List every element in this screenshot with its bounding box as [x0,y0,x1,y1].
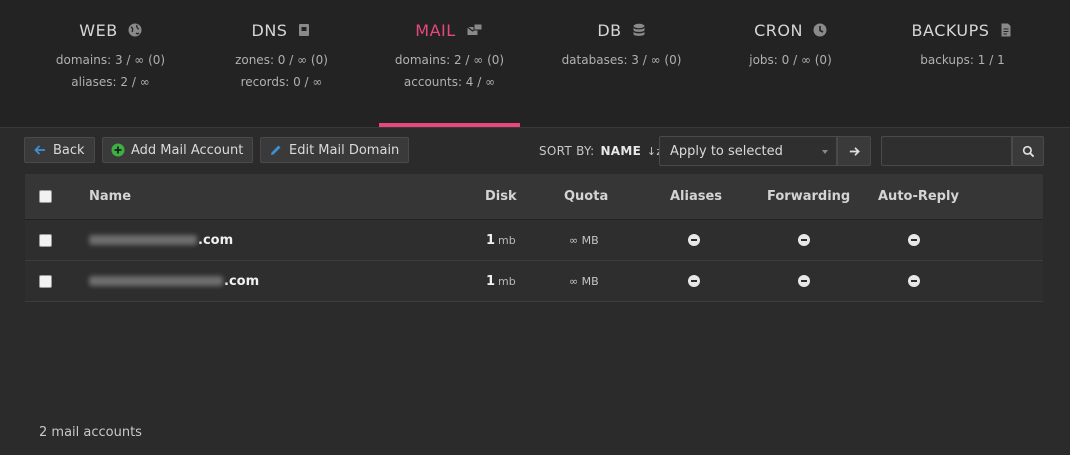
quota-value: ∞ MB [569,233,599,247]
back-button[interactable]: Back [24,137,95,163]
stat-line: aliases: 2 / ∞ [71,75,150,89]
stat-line: domains: 2 / ∞ (0) [394,53,505,67]
disk-usage: 1 mb [486,220,516,260]
arrow-left-icon [34,145,45,155]
stat-line: domains: 3 / ∞ (0) [55,53,166,67]
column-header-forwarding[interactable]: Forwarding [767,174,850,219]
tab-label: BACKUPS [911,20,990,40]
aliases-minus-icon [688,234,700,246]
autoreply-minus-icon [908,234,920,246]
email-address[interactable]: .com [89,220,233,260]
chevron-down-icon [822,150,828,154]
column-header-name[interactable]: Name [89,174,131,219]
column-header-disk[interactable]: Disk [485,174,517,219]
mail-icon [466,23,483,35]
email-address[interactable]: .com [89,261,259,301]
column-header-aliases[interactable]: Aliases [670,174,722,219]
tab-label: CRON [754,20,803,40]
disk-value: 1 [486,232,496,248]
book-icon [299,24,310,36]
row-checkbox[interactable] [39,233,52,247]
toolbar: Back Add Mail Account Edit Mail Domain S… [0,127,1070,173]
disk-unit: mb [498,274,516,288]
redacted-text [89,276,223,286]
tab-dns[interactable]: DNS zones: 0 / ∞ (0) records: 0 / ∞ [211,0,352,127]
tab-label: DNS [251,20,288,40]
table-row[interactable]: .com 1 mb ∞ MB [25,261,1043,302]
bulk-action-value: Apply to selected [670,143,783,159]
stat-line: records: 0 / ∞ [240,75,323,89]
stat-line: databases: 3 / ∞ (0) [561,53,682,67]
mail-accounts-table: Name Disk Quota Aliases Forwarding Auto-… [25,174,1043,302]
edit-mail-domain-label: Edit Mail Domain [289,142,400,158]
stat-line: zones: 0 / ∞ (0) [235,53,328,67]
sort-by-label: SORT BY: [539,144,595,158]
stat-line: accounts: 4 / ∞ [403,75,496,89]
disk-usage: 1 mb [486,261,516,301]
forwarding-minus-icon [798,275,810,287]
select-all-checkbox[interactable] [39,190,52,203]
email-suffix: .com [224,273,260,289]
file-icon [1001,23,1011,37]
autoreply-minus-icon [908,275,920,287]
sort-field: NAME [600,144,642,158]
tab-cron[interactable]: CRON jobs: 0 / ∞ (0) [720,0,861,127]
clock-icon [813,23,827,37]
tab-mail[interactable]: MAIL domains: 2 / ∞ (0) accounts: 4 / ∞ [379,0,520,127]
forwarding-minus-icon [798,234,810,246]
database-icon [633,23,645,36]
edit-mail-domain-button[interactable]: Edit Mail Domain [260,137,410,163]
column-header-autoreply[interactable]: Auto-Reply [878,174,959,219]
email-suffix: .com [198,232,234,248]
disk-unit: mb [498,233,516,247]
stat-line: jobs: 0 / ∞ (0) [749,53,832,67]
search-input[interactable] [881,136,1012,166]
row-checkbox[interactable] [39,274,52,288]
tab-backups[interactable]: BACKUPS backups: 1 / 1 [892,0,1033,127]
bulk-action-select[interactable]: Apply to selected [659,136,837,166]
stat-line: backups: 1 / 1 [920,53,1005,67]
table-row[interactable]: .com 1 mb ∞ MB [25,220,1043,261]
arrow-right-icon [849,146,860,156]
table-header: Name Disk Quota Aliases Forwarding Auto-… [25,174,1043,220]
sort-by-control[interactable]: SORT BY: NAME ↓z [539,144,663,158]
column-header-quota[interactable]: Quota [564,174,608,219]
quota-value: ∞ MB [569,274,599,288]
add-mail-account-label: Add Mail Account [131,142,244,158]
tab-web[interactable]: WEB domains: 3 / ∞ (0) aliases: 2 / ∞ [40,0,181,127]
account-count: 2 mail accounts [39,425,142,440]
plus-circle-icon [111,143,125,157]
pencil-icon [271,145,281,155]
tab-db[interactable]: DB databases: 3 / ∞ (0) [551,0,692,127]
tab-label: MAIL [415,20,456,40]
aliases-minus-icon [688,275,700,287]
search-button[interactable] [1012,136,1044,166]
tab-label: WEB [79,20,118,40]
search-icon [1022,145,1034,157]
redacted-text [89,235,197,245]
disk-value: 1 [486,273,496,289]
tab-label: DB [597,20,622,40]
add-mail-account-button[interactable]: Add Mail Account [102,137,254,163]
globe-icon [128,23,142,37]
top-stats-nav: WEB domains: 3 / ∞ (0) aliases: 2 / ∞ DN… [0,0,1070,127]
apply-action-button[interactable] [837,136,871,166]
back-button-label: Back [53,142,85,158]
